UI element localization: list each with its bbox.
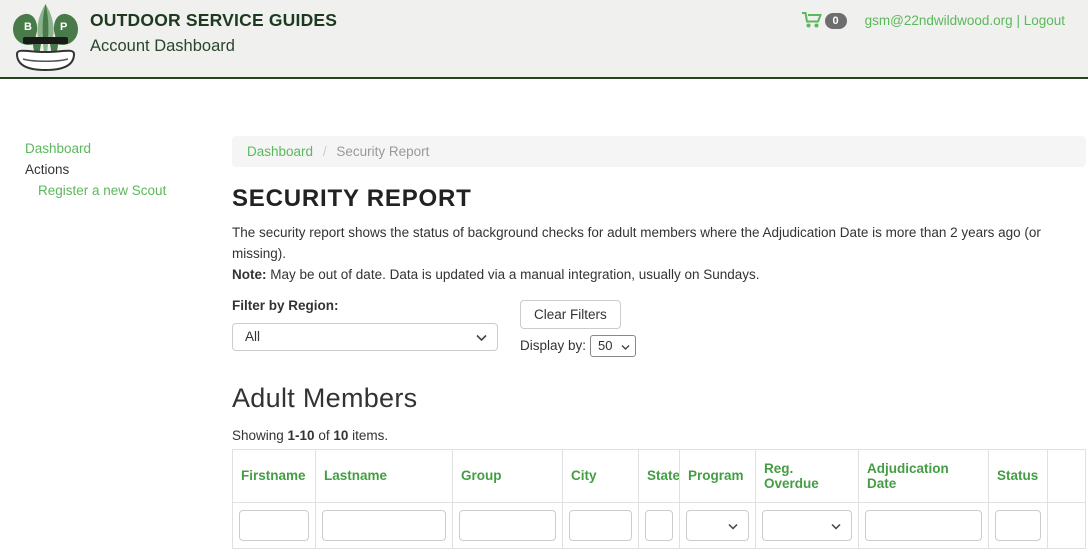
chevron-down-icon (831, 518, 841, 533)
cart-icon[interactable] (802, 12, 822, 29)
app-header: B P OUTDOOR SERVICE GUIDES Account Dashb… (0, 0, 1088, 79)
results-summary: Showing 1-10 of 10 items. (232, 428, 1086, 443)
svg-text:B: B (24, 21, 32, 33)
col-header-program[interactable]: Program (680, 449, 756, 502)
col-header-lastname[interactable]: Lastname (316, 449, 453, 502)
note-label: Note: (232, 267, 267, 282)
col-header-actions (1048, 449, 1086, 502)
display-by-select[interactable]: 50 (590, 335, 636, 357)
col-header-firstname[interactable]: Firstname (233, 449, 316, 502)
table-filter-row (233, 502, 1086, 548)
col-header-status[interactable]: Status (989, 449, 1048, 502)
page-title: SECURITY REPORT (232, 185, 1086, 213)
adult-members-table: Firstname Lastname Group City State Prog… (232, 449, 1086, 549)
filter-group-input[interactable] (459, 510, 556, 541)
app-subtitle: Account Dashboard (90, 37, 337, 56)
sidebar-nav: Dashboard Actions Register a new Scout (0, 79, 232, 549)
filter-program-select[interactable] (686, 510, 749, 541)
clear-filters-button[interactable]: Clear Filters (520, 300, 621, 329)
filter-lastname-input[interactable] (322, 510, 446, 541)
filter-state-input[interactable] (645, 510, 673, 541)
filter-city-input[interactable] (569, 510, 632, 541)
filter-reg-overdue-select[interactable] (762, 510, 852, 541)
logout-link[interactable]: Logout (1024, 13, 1065, 28)
sidebar-item-register-scout[interactable]: Register a new Scout (25, 180, 232, 201)
col-header-city[interactable]: City (563, 449, 639, 502)
adult-members-heading: Adult Members (232, 383, 1086, 414)
col-header-group[interactable]: Group (453, 449, 563, 502)
breadcrumb-dashboard-link[interactable]: Dashboard (247, 144, 313, 159)
app-title: OUTDOOR SERVICE GUIDES (90, 10, 337, 31)
col-header-adjudication-date[interactable]: Adjudication Date (859, 449, 989, 502)
display-by-label: Display by: (520, 338, 586, 353)
col-header-reg-overdue[interactable]: Reg. Overdue (756, 449, 859, 502)
brand-block: OUTDOOR SERVICE GUIDES Account Dashboard (90, 10, 337, 56)
description-line: The security report shows the status of … (232, 225, 1041, 261)
breadcrumb: Dashboard / Security Report (232, 136, 1086, 167)
note-text: May be out of date. Data is updated via … (267, 267, 760, 282)
osg-fleur-de-lis-logo: B P (9, 4, 82, 74)
link-separator: | (1013, 13, 1024, 28)
breadcrumb-current: Security Report (336, 144, 429, 159)
breadcrumb-separator: / (323, 144, 327, 159)
region-filter-select[interactable]: All (232, 323, 498, 351)
chevron-down-icon (476, 329, 487, 344)
filter-adjudication-date-input[interactable] (865, 510, 982, 541)
cart-count-badge[interactable]: 0 (825, 13, 847, 29)
filter-firstname-input[interactable] (239, 510, 309, 541)
region-filter-label: Filter by Region: (232, 298, 520, 313)
sidebar-item-dashboard[interactable]: Dashboard (25, 138, 232, 159)
chevron-down-icon (621, 338, 630, 353)
user-email-link[interactable]: gsm@22ndwildwood.org (865, 13, 1013, 28)
sidebar-section-actions: Actions (25, 159, 232, 180)
table-header-row: Firstname Lastname Group City State Prog… (233, 449, 1086, 502)
chevron-down-icon (728, 518, 738, 533)
col-header-state[interactable]: State (639, 449, 680, 502)
svg-text:P: P (60, 21, 67, 33)
report-description: The security report shows the status of … (232, 223, 1086, 286)
filter-status-input[interactable] (995, 510, 1041, 541)
filter-bar: Filter by Region: All Clear Filters Disp… (232, 298, 1086, 357)
region-selected-value: All (245, 329, 260, 344)
display-by-value: 50 (598, 338, 612, 353)
